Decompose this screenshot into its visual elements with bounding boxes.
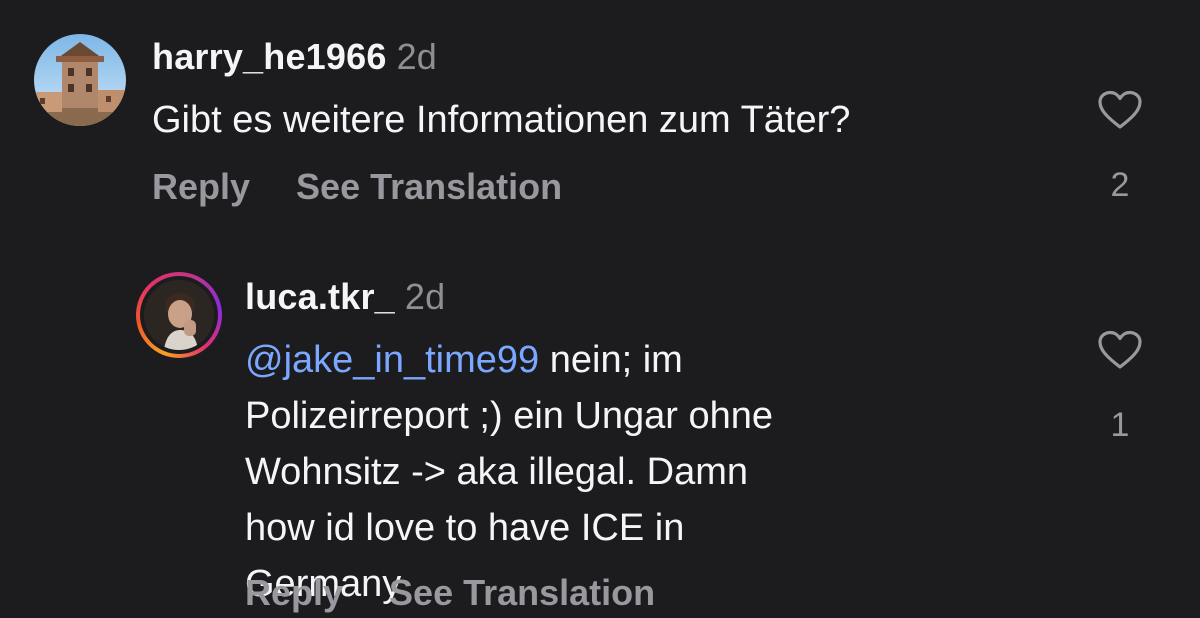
username[interactable]: harry_he1966 (152, 36, 387, 77)
see-translation-button[interactable]: See Translation (389, 572, 655, 613)
comment-text: @jake_in_time99 nein; im Polizeirreport … (245, 332, 825, 612)
username[interactable]: luca.tkr_ (245, 276, 395, 317)
mention-link[interactable]: @jake_in_time99 (245, 339, 539, 381)
comment-actions: Reply See Translation (152, 166, 608, 208)
heart-outline-icon[interactable] (1097, 330, 1143, 370)
reply-button[interactable]: Reply (152, 166, 250, 207)
see-translation-button[interactable]: See Translation (296, 166, 562, 207)
comment-text: Gibt es weitere Informationen zum Täter? (152, 99, 851, 141)
avatar-luca[interactable] (144, 280, 214, 350)
avatar-harry[interactable] (34, 34, 126, 126)
comments-thread: harry_he1966 2d Gibt es weitere Informati… (0, 0, 1200, 618)
heart-outline-icon[interactable] (1097, 90, 1143, 130)
profile-photo-icon (144, 280, 214, 350)
castle-photo-icon (34, 34, 126, 126)
timestamp: 2d (396, 36, 438, 77)
like-count: 2 (1110, 166, 1130, 204)
like-count: 1 (1110, 406, 1130, 444)
reply-button[interactable]: Reply (245, 572, 343, 613)
timestamp: 2d (404, 276, 446, 317)
comment-actions: Reply See Translation (245, 572, 701, 614)
comment-author[interactable]: luca.tkr_ 2d (245, 276, 445, 318)
comment-author[interactable]: harry_he1966 2d (152, 36, 437, 78)
story-ring[interactable] (136, 272, 222, 358)
